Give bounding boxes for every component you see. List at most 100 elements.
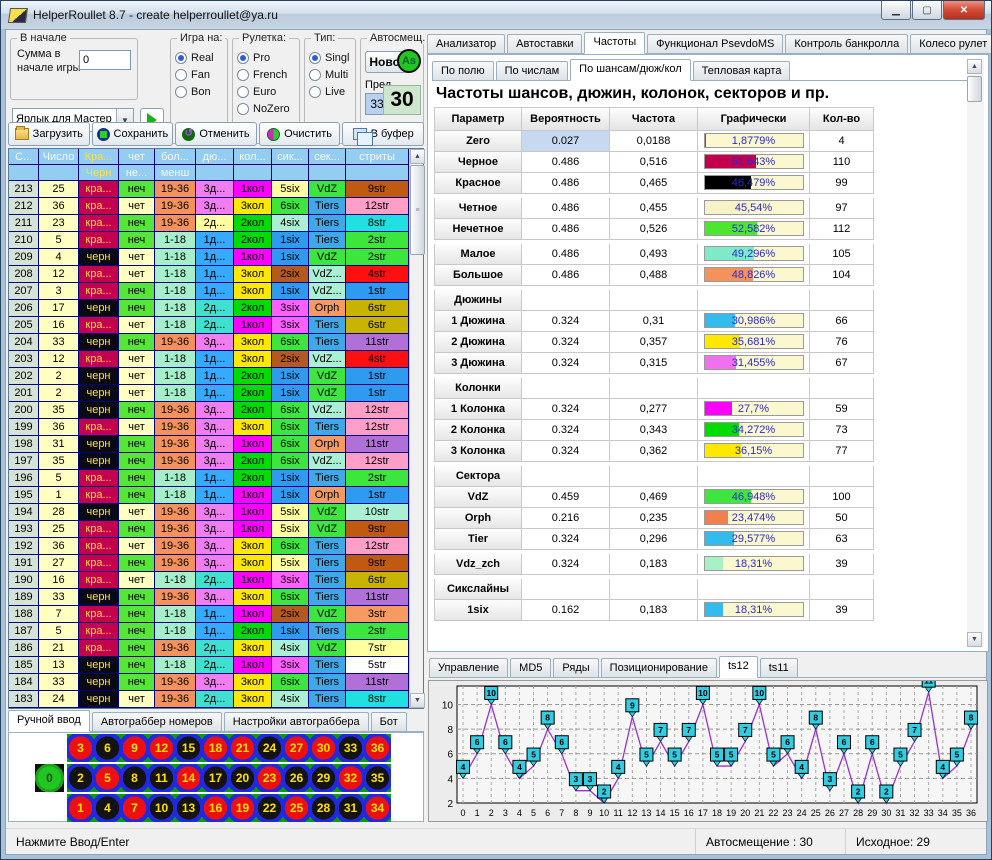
table-row[interactable]: 19831черннеч19-363д...1кол6sixOrph11str [9, 436, 409, 453]
number-button-22[interactable]: 22 [256, 794, 283, 822]
number-button-8[interactable]: 8 [121, 764, 148, 792]
table-row[interactable]: 20617черннеч1-182д...2кол3sixOrph6str [9, 300, 409, 317]
number-button-29[interactable]: 29 [310, 764, 337, 792]
radio-option-nozero[interactable]: NoZero [237, 103, 295, 115]
number-button-0[interactable]: 0 [35, 764, 64, 792]
tab-freq-2[interactable]: По числам [496, 61, 569, 80]
radio-option-french[interactable]: French [237, 69, 295, 81]
number-button-28[interactable]: 28 [310, 794, 337, 822]
table-row[interactable]: 1965кра...неч1-181д...2кол1sixTiers2str [9, 470, 409, 487]
number-button-16[interactable]: 16 [202, 794, 229, 822]
tab-chart-2[interactable]: MD5 [510, 658, 551, 677]
scroll-down-icon[interactable]: ▼ [410, 693, 425, 708]
number-button-19[interactable]: 19 [229, 794, 256, 822]
table-row[interactable]: 19325кра...неч19-363д...1кол5sixVdZ9str [9, 521, 409, 538]
table-row[interactable]: 18621кра...неч19-362д...3кол4sixVdZ7str [9, 640, 409, 657]
очистить-button[interactable]: Очистить [259, 122, 341, 146]
table-row[interactable]: 19016кра...чет1-182д...1кол3sixTiers6str [9, 572, 409, 589]
number-button-32[interactable]: 32 [337, 764, 364, 792]
table-row[interactable]: 2105кра...неч1-181д...2кол1sixTiers2str [9, 232, 409, 249]
table-row[interactable]: 20433черннеч19-363д...3кол6sixTiers11str [9, 334, 409, 351]
number-button-27[interactable]: 27 [283, 734, 310, 762]
number-button-11[interactable]: 11 [148, 764, 175, 792]
number-button-13[interactable]: 13 [175, 794, 202, 822]
tab-main-5[interactable]: Контроль банкролла [785, 34, 908, 53]
minimize-button[interactable]: ▁ [881, 1, 911, 20]
отменить-button[interactable]: ↺Отменить [175, 122, 257, 146]
table-row[interactable]: 21236кра...чет19-363д...3кол6sixTiers12s… [9, 198, 409, 215]
frequencies-scrollbar[interactable]: ▲ ▼ [967, 59, 984, 647]
number-button-6[interactable]: 6 [94, 734, 121, 762]
tab-chart-3[interactable]: Ряды [553, 658, 598, 677]
scroll-down-icon[interactable]: ▼ [967, 632, 982, 647]
tab-main-3[interactable]: Частоты [584, 32, 645, 54]
number-button-1[interactable]: 1 [67, 794, 94, 822]
table-row[interactable]: 18324чернчет19-362д...3кол4sixTiers8str [9, 691, 409, 708]
table-row[interactable]: 21325кра...неч19-363д...1кол5sixVdZ9str [9, 181, 409, 198]
number-button-31[interactable]: 31 [337, 794, 364, 822]
table-row[interactable]: 19127кра...неч19-363д...3кол5sixTiers9st… [9, 555, 409, 572]
tab-chart-1[interactable]: Управление [429, 658, 508, 677]
tab-input-2[interactable]: Автограббер номеров [92, 712, 222, 731]
table-row[interactable]: 20035черннеч19-363д...2кол6sixVdZ...12st… [9, 402, 409, 419]
tab-freq-4[interactable]: Тепловая карта [693, 61, 791, 80]
сохранить-button[interactable]: Сохранить [92, 122, 174, 146]
number-button-34[interactable]: 34 [364, 794, 391, 822]
number-button-24[interactable]: 24 [256, 734, 283, 762]
table-row[interactable]: 20312кра...чет1-181д...3кол2sixVdZ...4st… [9, 351, 409, 368]
radio-option-euro[interactable]: Euro [237, 86, 295, 98]
tab-input-3[interactable]: Настройки автограббера [224, 712, 369, 731]
table-row[interactable]: 2022чернчет1-181д...2кол1sixVdZ1str [9, 368, 409, 385]
start-sum-input[interactable] [79, 50, 131, 70]
number-button-21[interactable]: 21 [229, 734, 256, 762]
tab-main-1[interactable]: Анализатор [427, 34, 505, 53]
number-button-23[interactable]: 23 [256, 764, 283, 792]
table-row[interactable]: 1875кра...неч1-181д...2кол1sixTiers2str [9, 623, 409, 640]
close-button[interactable]: ✕ [943, 1, 985, 20]
as-badge[interactable]: As [397, 49, 421, 73]
tab-input-1[interactable]: Ручной ввод [8, 710, 90, 732]
tab-main-2[interactable]: Автоставки [507, 34, 582, 53]
number-button-20[interactable]: 20 [229, 764, 256, 792]
загрузить-button[interactable]: Загрузить [8, 122, 90, 146]
table-row[interactable]: 19735черннеч19-363д...2кол6sixVdZ...12st… [9, 453, 409, 470]
в буфер-button[interactable]: В буфер [342, 122, 424, 146]
number-button-4[interactable]: 4 [94, 794, 121, 822]
scrollbar-thumb[interactable]: ≡ [410, 165, 425, 255]
table-row[interactable]: 19236кра...чет19-363д...3кол6sixTiers12s… [9, 538, 409, 555]
number-button-15[interactable]: 15 [175, 734, 202, 762]
number-button-10[interactable]: 10 [148, 794, 175, 822]
radio-option-pro[interactable]: Pro [237, 52, 295, 64]
radio-option-multi[interactable]: Multi [309, 69, 351, 81]
radio-option-fan[interactable]: Fan [175, 69, 223, 81]
table-row[interactable]: 2094чернчет1-181д...1кол1sixVdZ2str [9, 249, 409, 266]
table-row[interactable]: 20516кра...чет1-182д...1кол3sixTiers6str [9, 317, 409, 334]
radio-option-live[interactable]: Live [309, 86, 351, 98]
table-row[interactable]: 21123кра...неч19-362д...2кол4sixTiers8st… [9, 215, 409, 232]
number-button-5[interactable]: 5 [94, 764, 121, 792]
number-button-12[interactable]: 12 [148, 734, 175, 762]
number-button-18[interactable]: 18 [202, 734, 229, 762]
tab-input-4[interactable]: Бот [371, 712, 407, 731]
tab-main-6[interactable]: Колесо рулет [910, 34, 992, 53]
table-row[interactable]: 18513черннеч1-182д...1кол3sixTiers5str [9, 657, 409, 674]
number-button-3[interactable]: 3 [67, 734, 94, 762]
table-row[interactable]: 18433черннеч19-363д...3кол6sixTiers11str [9, 674, 409, 691]
tab-chart-6[interactable]: ts11 [760, 658, 798, 677]
tab-freq-1[interactable]: По полю [432, 61, 494, 80]
number-button-25[interactable]: 25 [283, 794, 310, 822]
radio-option-bon[interactable]: Bon [175, 86, 223, 98]
history-scrollbar[interactable]: ▲ ≡ ▼ [409, 149, 423, 708]
radio-option-singl[interactable]: Singl [309, 52, 351, 64]
tab-chart-4[interactable]: Позиционирование [601, 658, 717, 677]
number-button-14[interactable]: 14 [175, 764, 202, 792]
tab-freq-3[interactable]: По шансам/дюж/кол [570, 59, 691, 81]
maximize-button[interactable]: ▢ [912, 1, 942, 20]
scrollbar-thumb[interactable] [967, 76, 982, 102]
tab-main-4[interactable]: Функционал PsevdoMS [647, 34, 783, 53]
table-row[interactable]: 2073кра...неч1-181д...3кол1sixVdZ...1str [9, 283, 409, 300]
number-button-35[interactable]: 35 [364, 764, 391, 792]
radio-option-real[interactable]: Real [175, 52, 223, 64]
number-button-26[interactable]: 26 [283, 764, 310, 792]
number-button-36[interactable]: 36 [364, 734, 391, 762]
